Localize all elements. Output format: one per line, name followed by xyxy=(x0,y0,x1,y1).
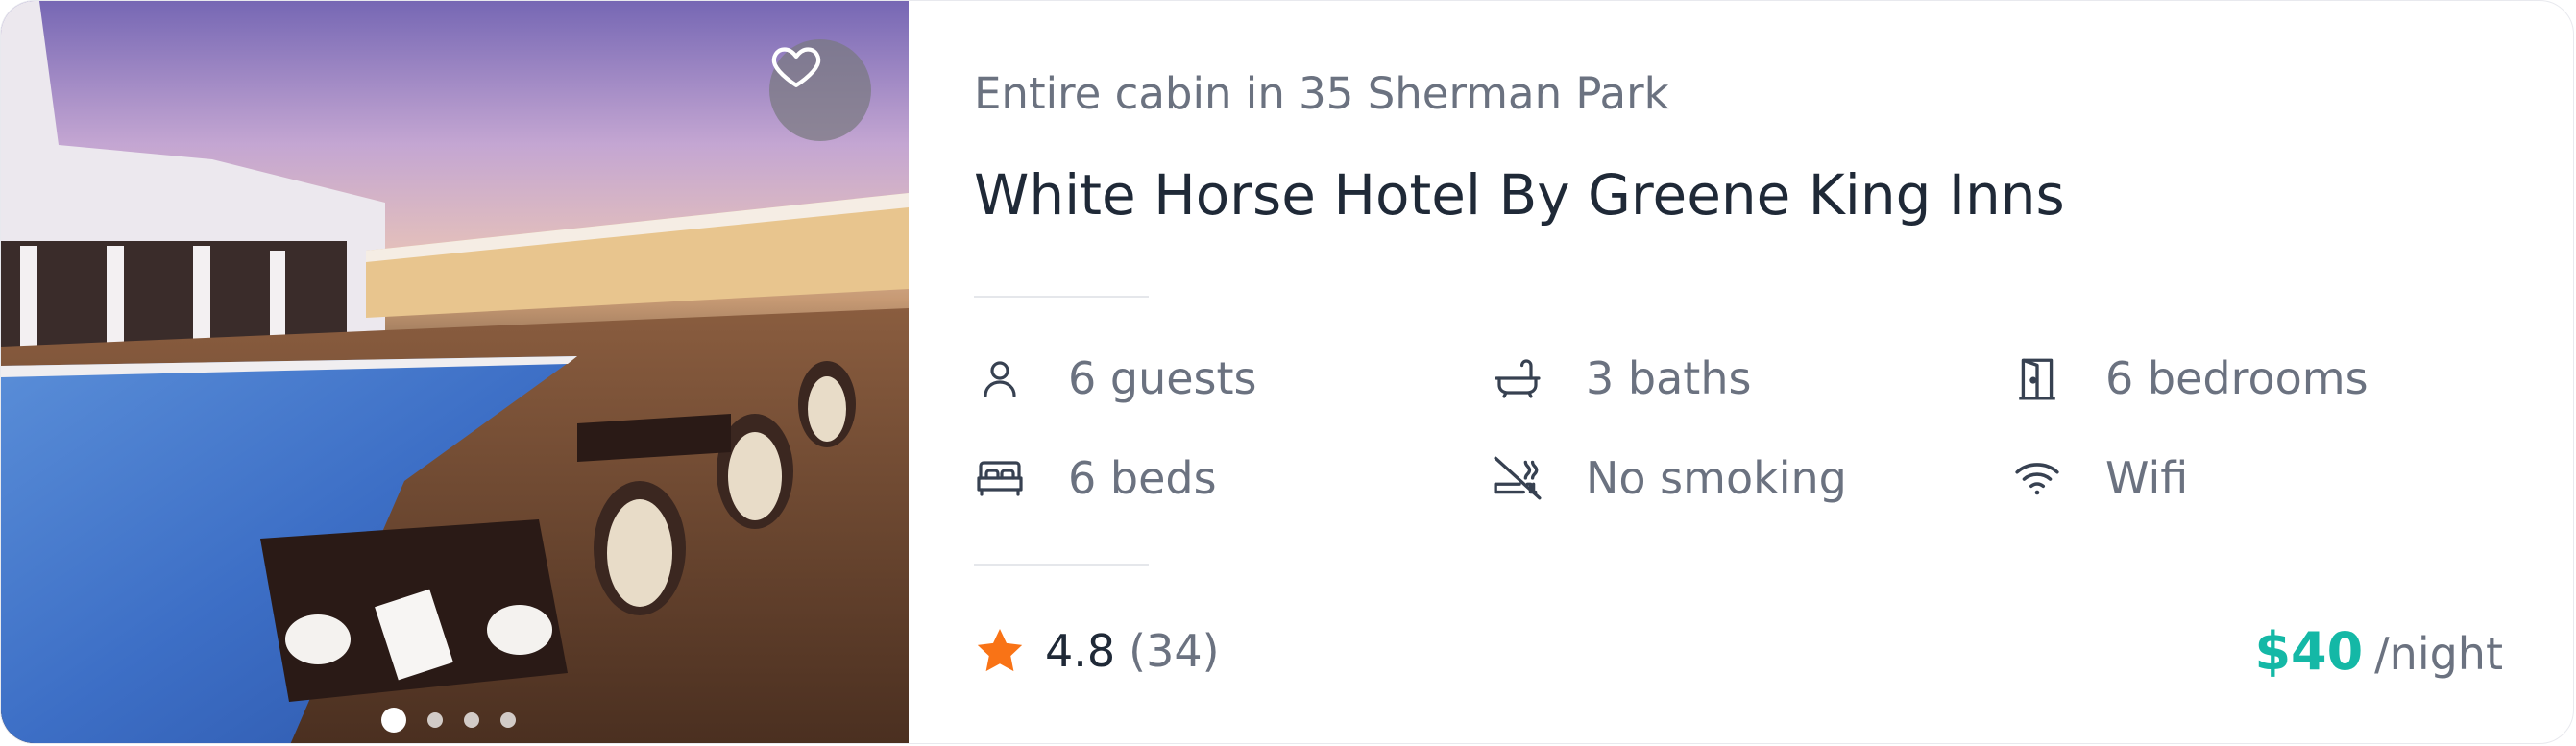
rating-value: 4.8 xyxy=(1045,625,1116,677)
bed-icon xyxy=(974,452,1026,504)
price-unit: /night xyxy=(2374,628,2503,680)
rating: 4.8 (34) xyxy=(974,625,1220,677)
listing-subtitle: Entire cabin in 35 Sherman Park xyxy=(974,68,1669,119)
amenity-no-smoking: No smoking xyxy=(1492,452,1847,504)
price-amount: $40 xyxy=(2254,621,2364,682)
divider xyxy=(974,296,1149,298)
wifi-icon xyxy=(2011,452,2063,504)
divider xyxy=(974,564,1149,566)
star-icon xyxy=(977,629,1023,672)
carousel-dot[interactable] xyxy=(381,708,406,733)
amenity-label: Wifi xyxy=(2105,452,2189,504)
amenity-guests: 6 guests xyxy=(974,352,1257,404)
amenity-bedrooms: 6 bedrooms xyxy=(2011,352,2369,404)
carousel-indicators xyxy=(381,708,516,733)
amenity-beds: 6 beds xyxy=(974,452,1217,504)
hotel-rooftop-pool-image xyxy=(1,1,909,743)
listing-card[interactable]: Entire cabin in 35 Sherman Park White Ho… xyxy=(0,0,2574,744)
bathtub-icon xyxy=(1492,352,1543,404)
listing-title[interactable]: White Horse Hotel By Greene King Inns xyxy=(974,162,2065,228)
heart-icon xyxy=(771,47,821,87)
amenity-baths: 3 baths xyxy=(1492,352,1751,404)
carousel-dot[interactable] xyxy=(427,712,443,728)
listing-info: Entire cabin in 35 Sherman Park White Ho… xyxy=(974,1,2573,743)
user-icon xyxy=(974,352,1026,404)
amenity-label: 6 beds xyxy=(1068,452,1217,504)
amenity-wifi: Wifi xyxy=(2011,452,2188,504)
amenity-label: 6 guests xyxy=(1068,352,1257,404)
price: $40 /night xyxy=(2254,621,2503,682)
amenity-label: 6 bedrooms xyxy=(2105,352,2369,404)
listing-photo[interactable] xyxy=(1,1,909,743)
amenity-label: No smoking xyxy=(1586,452,1847,504)
review-count[interactable]: (34) xyxy=(1129,625,1219,677)
amenity-label: 3 baths xyxy=(1586,352,1752,404)
carousel-dot[interactable] xyxy=(500,712,516,728)
favorite-button[interactable] xyxy=(769,39,871,141)
door-icon xyxy=(2011,352,2063,404)
carousel-dot[interactable] xyxy=(464,712,479,728)
no-smoking-icon xyxy=(1492,452,1543,504)
